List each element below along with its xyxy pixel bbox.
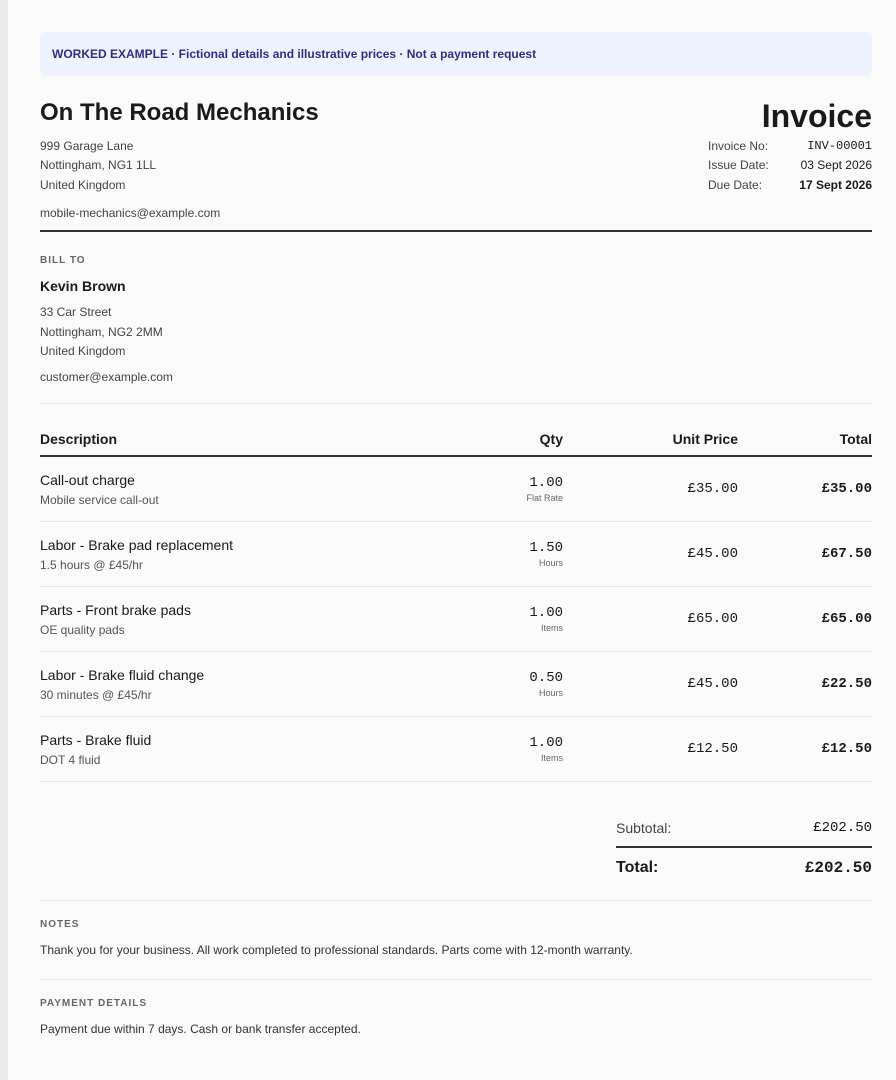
item-qty-unit: Hours (538, 687, 563, 698)
item-qty: 1.00 (529, 474, 563, 491)
table-header-row: Description Qty Unit Price Total (40, 422, 872, 457)
total-label: Total: (616, 858, 659, 876)
item-qty-cell: 1.00 Flat Rate (443, 456, 563, 522)
payment-details-text: Payment due within 7 days. Cash or bank … (40, 1021, 361, 1036)
invoice-title: Invoice (761, 98, 872, 134)
payment-details-label: PAYMENT DETAILS (40, 997, 148, 1009)
qty-header: Qty (443, 422, 563, 457)
invoice-number: INV-00001 (807, 139, 872, 153)
item-title: Labor - Brake fluid change (40, 666, 205, 683)
worked-example-banner: WORKED EXAMPLE · Fictional details and i… (40, 32, 872, 76)
item-title: Parts - Brake fluid (40, 731, 152, 748)
table-row: Parts - Front brake pads OE quality pads… (40, 586, 872, 652)
due-date: 17 Sept 2026 (799, 178, 872, 192)
item-qty-cell: 0.50 Hours (443, 651, 563, 717)
company-address-line: United Kingdom (40, 178, 126, 192)
subtotal-value: £202.50 (813, 819, 872, 836)
total-header: Total (738, 422, 872, 457)
item-total: £65.00 (738, 586, 872, 652)
item-qty-unit: Items (540, 752, 563, 763)
line-items-table: Description Qty Unit Price Total Call-ou… (40, 422, 872, 782)
item-qty: 1.00 (529, 604, 563, 621)
payment-details-section: PAYMENT DETAILS Payment due within 7 day… (40, 980, 872, 1037)
item-unit-price: £45.00 (563, 651, 738, 717)
meta-label: Due Date: (708, 178, 763, 192)
subtotal-label: Subtotal: (616, 819, 672, 836)
item-qty-cell: 1.50 Hours (443, 521, 563, 587)
customer-address-line: 33 Car Street (40, 305, 112, 319)
item-description-cell: Call-out charge Mobile service call-out (40, 456, 443, 522)
meta-label: Issue Date: (708, 158, 769, 172)
banner-text: WORKED EXAMPLE · Fictional details and i… (52, 47, 537, 61)
item-description-cell: Labor - Brake pad replacement 1.5 hours … (40, 521, 443, 587)
company-address-line: 999 Garage Lane (40, 139, 134, 153)
bill-to-section: BILL TO Kevin Brown 33 Car Street Nottin… (40, 232, 872, 404)
item-qty-unit: Items (540, 622, 563, 633)
total-value: £202.50 (804, 858, 872, 877)
totals-section: Subtotal: £202.50 Total: £202.50 (40, 782, 872, 901)
table-row: Call-out charge Mobile service call-out … (40, 456, 872, 522)
item-total: £67.50 (738, 521, 872, 587)
invoice-page: WORKED EXAMPLE · Fictional details and i… (8, 0, 896, 1080)
item-subtitle: 30 minutes @ £45/hr (40, 687, 152, 702)
item-qty-unit: Hours (538, 557, 563, 568)
item-subtitle: OE quality pads (40, 622, 125, 637)
invoice-header: On The Road Mechanics 999 Garage Lane No… (40, 99, 872, 230)
notes-text: Thank you for your business. All work co… (40, 942, 633, 957)
table-row: Labor - Brake fluid change 30 minutes @ … (40, 651, 872, 717)
item-description-cell: Parts - Brake fluid DOT 4 fluid (40, 716, 443, 782)
grand-total-row: Total: £202.50 (616, 859, 872, 881)
issue-date: 03 Sept 2026 (800, 158, 872, 172)
notes-section: NOTES Thank you for your business. All w… (40, 901, 872, 980)
item-total: £12.50 (738, 716, 872, 782)
subtotal-row: Subtotal: £202.50 (616, 820, 872, 848)
table-row: Labor - Brake pad replacement 1.5 hours … (40, 521, 872, 587)
item-description-cell: Parts - Front brake pads OE quality pads (40, 586, 443, 652)
description-header: Description (40, 422, 443, 457)
meta-label: Invoice No: (708, 139, 769, 153)
item-total: £35.00 (738, 456, 872, 522)
item-description-cell: Labor - Brake fluid change 30 minutes @ … (40, 651, 443, 717)
invoice-number-row: Invoice No: INV-00001 (708, 138, 872, 154)
item-unit-price: £65.00 (563, 586, 738, 652)
item-unit-price: £35.00 (563, 456, 738, 522)
item-unit-price: £12.50 (563, 716, 738, 782)
item-qty: 0.50 (529, 669, 563, 686)
notes-label: NOTES (40, 918, 80, 930)
item-qty-cell: 1.00 Items (443, 586, 563, 652)
item-subtitle: DOT 4 fluid (40, 752, 101, 767)
item-qty: 1.00 (529, 734, 563, 751)
customer-address-line: Nottingham, NG2 2MM (40, 325, 163, 339)
company-address-line: Nottingham, NG1 1LL (40, 158, 157, 172)
item-title: Labor - Brake pad replacement (40, 536, 233, 553)
company-email: mobile-mechanics@example.com (40, 206, 221, 220)
item-subtitle: 1.5 hours @ £45/hr (40, 557, 143, 572)
due-date-row: Due Date: 17 Sept 2026 (708, 177, 872, 193)
item-qty-unit: Flat Rate (526, 492, 563, 503)
item-total: £22.50 (738, 651, 872, 717)
item-subtitle: Mobile service call-out (40, 492, 159, 507)
customer-email: customer@example.com (40, 370, 173, 384)
unit-price-header: Unit Price (563, 422, 738, 457)
item-qty-cell: 1.00 Items (443, 716, 563, 782)
table-row: Parts - Brake fluid DOT 4 fluid 1.00 Ite… (40, 716, 872, 782)
item-qty: 1.50 (529, 539, 563, 556)
item-title: Call-out charge (40, 471, 135, 488)
issue-date-row: Issue Date: 03 Sept 2026 (708, 157, 872, 173)
bill-to-label: BILL TO (40, 255, 86, 266)
company-name: On The Road Mechanics (40, 99, 319, 126)
customer-name: Kevin Brown (40, 278, 126, 294)
item-unit-price: £45.00 (563, 521, 738, 587)
item-title: Parts - Front brake pads (40, 601, 191, 618)
customer-address-line: United Kingdom (40, 344, 126, 358)
